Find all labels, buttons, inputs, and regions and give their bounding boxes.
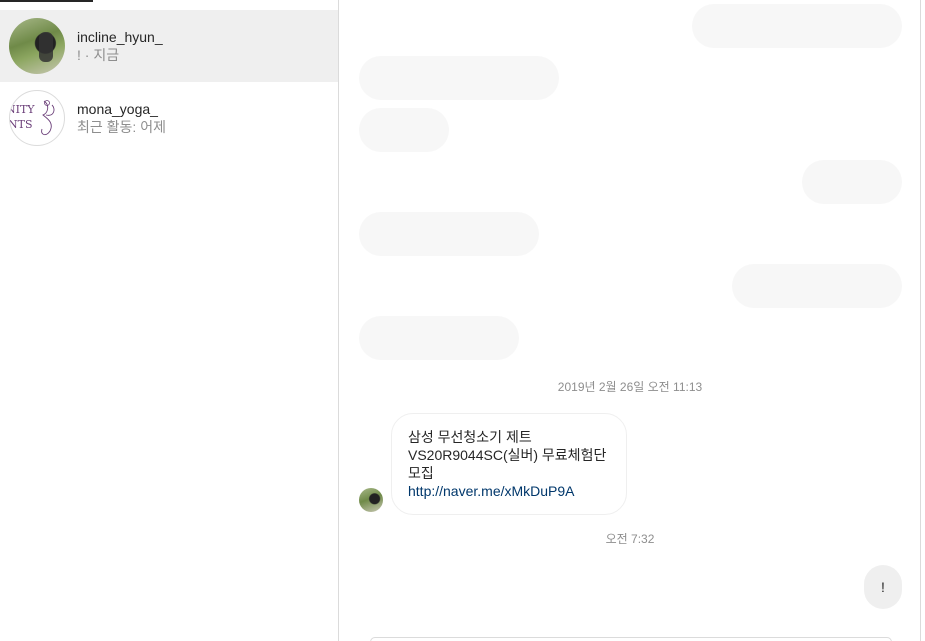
sender-avatar[interactable] (359, 488, 383, 512)
loading-placeholder-bubble (359, 212, 539, 256)
conversation-status: 최근 활동: 어제 (77, 119, 166, 135)
message-timestamp: 오전 7:32 (605, 532, 655, 546)
message-link[interactable]: http://naver.me/xMkDuP9A (408, 482, 610, 500)
loading-placeholder-bubble (359, 108, 449, 152)
conversation-item-incline-hyun[interactable]: incline_hyun_ ! · 지금 (0, 10, 338, 82)
active-tab-indicator (0, 0, 93, 2)
svg-text:NTS: NTS (10, 118, 33, 131)
outgoing-message-bubble: ! (864, 565, 902, 609)
message-text: 삼성 무선청소기 제트 VS20R9044SC(실버) 무료체험단 모집 (408, 429, 607, 481)
loading-placeholder-bubble (802, 160, 902, 204)
incoming-message-bubble: 삼성 무선청소기 제트 VS20R9044SC(실버) 무료체험단 모집 htt… (391, 413, 627, 515)
panel-border (920, 0, 921, 641)
message-timestamp: 2019년 2월 26일 오전 11:13 (557, 380, 703, 394)
conversation-text: incline_hyun_ ! · 지금 (77, 28, 163, 64)
conversation-name: mona_yoga_ (77, 101, 158, 117)
svg-text:NITY: NITY (10, 103, 35, 116)
loading-placeholder-bubble (732, 264, 902, 308)
brand-logo-icon: NITY NTS (10, 100, 55, 136)
conversation-status: ! · 지금 (77, 47, 120, 63)
avatar (9, 18, 65, 74)
message-thread[interactable]: 2019년 2월 26일 오전 11:13 삼성 무선청소기 제트 VS20R9… (339, 0, 921, 641)
avatar: NITY NTS (9, 90, 65, 146)
conversation-item-mona-yoga[interactable]: NITY NTS mona_yoga_ 최근 활동: 어제 (0, 82, 338, 154)
conversation-list: incline_hyun_ ! · 지금 NITY NTS mona_yoga_… (0, 0, 339, 641)
loading-placeholder-bubble (359, 316, 519, 360)
loading-placeholder-bubble (359, 56, 559, 100)
conversation-text: mona_yoga_ 최근 활동: 어제 (77, 100, 166, 136)
conversation-name: incline_hyun_ (77, 29, 163, 45)
message-input[interactable] (370, 637, 892, 641)
loading-placeholder-bubble (692, 4, 902, 48)
